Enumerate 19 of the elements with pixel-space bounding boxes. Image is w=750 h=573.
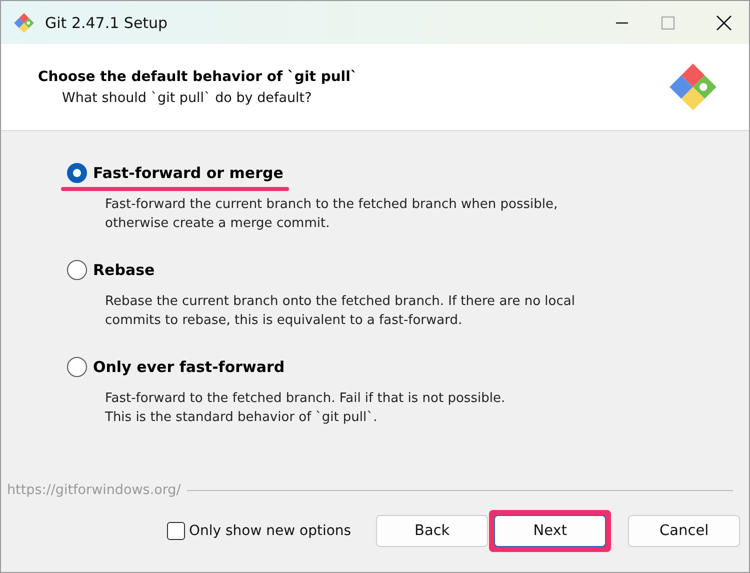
dialog-button[interactable]: Cancel — [628, 515, 740, 547]
only-new-options-checkbox[interactable]: Only show new options — [167, 522, 352, 540]
option-description: Fast-forward to the fetched branch. Fail if that is not possible. This is the standard behavior of `git pull`. — [105, 390, 506, 427]
git-logo-icon — [667, 61, 719, 113]
radio-option[interactable]: Fast-forward or merge — [67, 163, 284, 183]
app-logo-icon — [13, 12, 35, 34]
website-url: https://gitforwindows.org/ — [7, 482, 181, 498]
radio-option[interactable]: Only ever fast-forward — [67, 357, 285, 377]
page-title: Choose the default behavior of `git pull` — [38, 68, 358, 84]
page-subtitle: What should `git pull` do by default? — [62, 90, 313, 106]
close-icon — [716, 14, 732, 30]
option-description: Rebase the current branch onto the fetched branch. If there are no local commits to rebase, this is equivalent to a fast-forward. — [105, 293, 576, 330]
radio-option[interactable]: Rebase — [67, 260, 155, 280]
minimize-icon — [615, 22, 629, 24]
dialog-button[interactable]: Next — [494, 515, 606, 547]
window-title: Git 2.47.1 Setup — [45, 14, 169, 32]
maximize-icon — [661, 16, 675, 30]
option-description: Fast-forward the current branch to the fetched branch when possible, otherwise create a merge commit. — [105, 196, 559, 233]
dialog-button[interactable]: Back — [376, 515, 488, 547]
